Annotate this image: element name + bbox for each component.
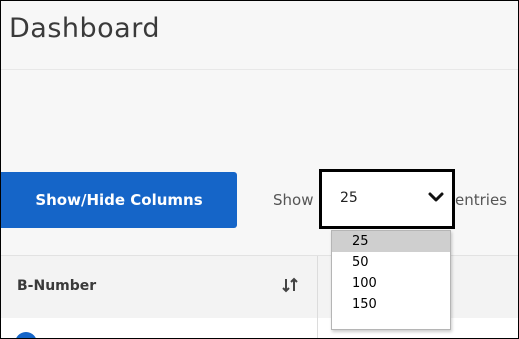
window-frame: Dashboard Show/Hide Columns Show 25 entr… — [0, 0, 519, 339]
chevron-down-icon — [428, 192, 444, 202]
sort-icon[interactable] — [281, 276, 299, 294]
page-size-value: 25 — [340, 190, 358, 206]
column-divider — [317, 256, 318, 318]
row-expand-icon[interactable] — [15, 332, 37, 338]
show-hide-columns-button[interactable]: Show/Hide Columns — [1, 172, 237, 228]
page-size-dropdown: 25 50 100 150 — [331, 230, 451, 330]
page-header: Dashboard — [1, 1, 518, 70]
page-size-option-150[interactable]: 150 — [332, 294, 450, 315]
column-header-b-number[interactable]: B-Number — [17, 278, 96, 294]
entries-label: entries — [455, 191, 507, 209]
page-size-option-100[interactable]: 100 — [332, 273, 450, 294]
page-size-option-50[interactable]: 50 — [332, 252, 450, 273]
column-divider — [317, 318, 318, 338]
page-size-option-25[interactable]: 25 — [332, 231, 450, 252]
page-title: Dashboard — [9, 13, 160, 44]
page-size-select[interactable]: 25 — [319, 169, 455, 229]
show-label: Show — [273, 191, 314, 209]
